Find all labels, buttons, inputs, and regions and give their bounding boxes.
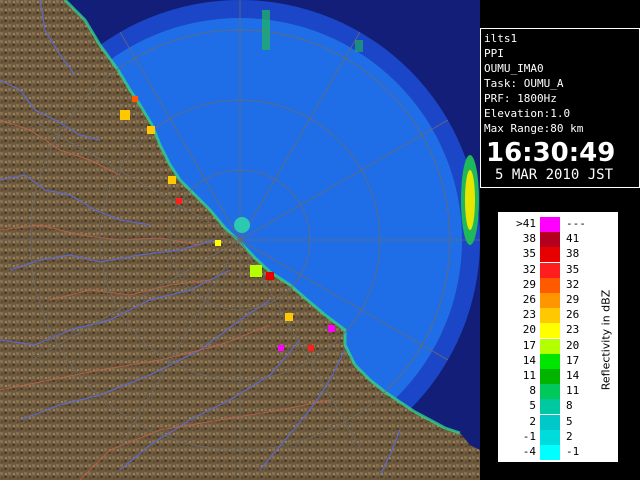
legend-upper-bound: 5 [566,414,573,428]
legend-color-swatch [540,338,560,354]
legend-color-swatch [540,399,560,415]
legend-lower-bound: 32 [522,262,536,276]
legend-color-swatch [540,445,560,460]
legend-upper-bound: 41 [566,232,580,246]
legend-lower-bound: -4 [522,445,536,458]
legend-upper-bound: 38 [566,247,580,261]
max-range-value: Max Range:80 km [484,122,584,135]
legend-upper-bound: --- [566,217,586,230]
legend-lower-bound: 29 [522,277,536,291]
legend-title: Reflectivity in dBZ [599,289,613,391]
scan-type: PPI [484,47,504,60]
legend-color-swatch [540,262,560,278]
legend-color-swatch [540,384,560,400]
legend-upper-bound: 26 [566,308,580,322]
scan-date: 5 MAR 2010 JST [495,167,614,183]
legend-color-swatch [540,232,560,248]
legend-color-swatch [540,369,560,384]
legend-lower-bound: 14 [522,353,536,367]
radar-map [0,0,480,480]
radar-site-echo [234,217,250,233]
legend-lower-bound: 23 [522,308,536,322]
prf-value: PRF: 1800Hz [484,92,557,105]
legend-color-swatch [540,308,560,324]
legend-lower-bound: 2 [529,414,536,428]
legend-upper-bound: 23 [566,323,580,337]
legend-lower-bound: 38 [522,232,536,246]
scan-info-panel: ilts1 PPI OUMU_IMA0 Task: OUMU_A PRF: 18… [480,28,640,188]
legend-lower-bound: 20 [522,323,536,337]
legend-upper-bound: 14 [566,369,580,382]
legend-color-swatch [540,414,560,430]
legend-lower-bound: 35 [522,247,536,261]
legend-lower-bound: -1 [522,429,536,443]
legend-upper-bound: 32 [566,277,580,291]
legend-upper-bound: -1 [566,445,580,458]
legend-color-swatch [540,323,560,339]
elevation-value: Elevation:1.0 [484,107,571,120]
legend-upper-bound: 20 [566,338,580,352]
radar-ppi-display [0,0,480,480]
reflectivity-legend: >41 --- 38 41 35 38 32 35 29 32 26 29 23 26 20 23 17 20 14… [496,210,620,464]
legend-upper-bound: 2 [566,429,573,443]
legend-color-swatch [540,277,560,293]
legend-lower-bound: 11 [522,369,536,382]
legend-lower-bound: 17 [522,338,536,352]
legend-lower-bound: >41 [516,217,536,230]
legend-upper-bound: 17 [566,353,580,367]
scan-time: 16:30:49 [486,138,616,168]
legend-color-swatch [540,429,560,445]
legend-upper-bound: 11 [566,384,580,398]
legend-lower-bound: 26 [522,293,536,306]
legend-upper-bound: 29 [566,293,580,306]
legend-color-swatch [540,217,560,232]
product-name: OUMU_IMA0 [484,62,544,75]
legend-upper-bound: 8 [566,399,573,413]
legend-color-swatch [540,247,560,263]
legend-upper-bound: 35 [566,262,580,276]
task-name: Task: OUMU_A [484,77,564,90]
legend-color-swatch [540,293,560,308]
site-name: ilts1 [484,32,518,45]
legend-lower-bound: 8 [529,384,536,398]
legend-color-swatch [540,353,560,369]
legend-lower-bound: 5 [529,399,536,413]
